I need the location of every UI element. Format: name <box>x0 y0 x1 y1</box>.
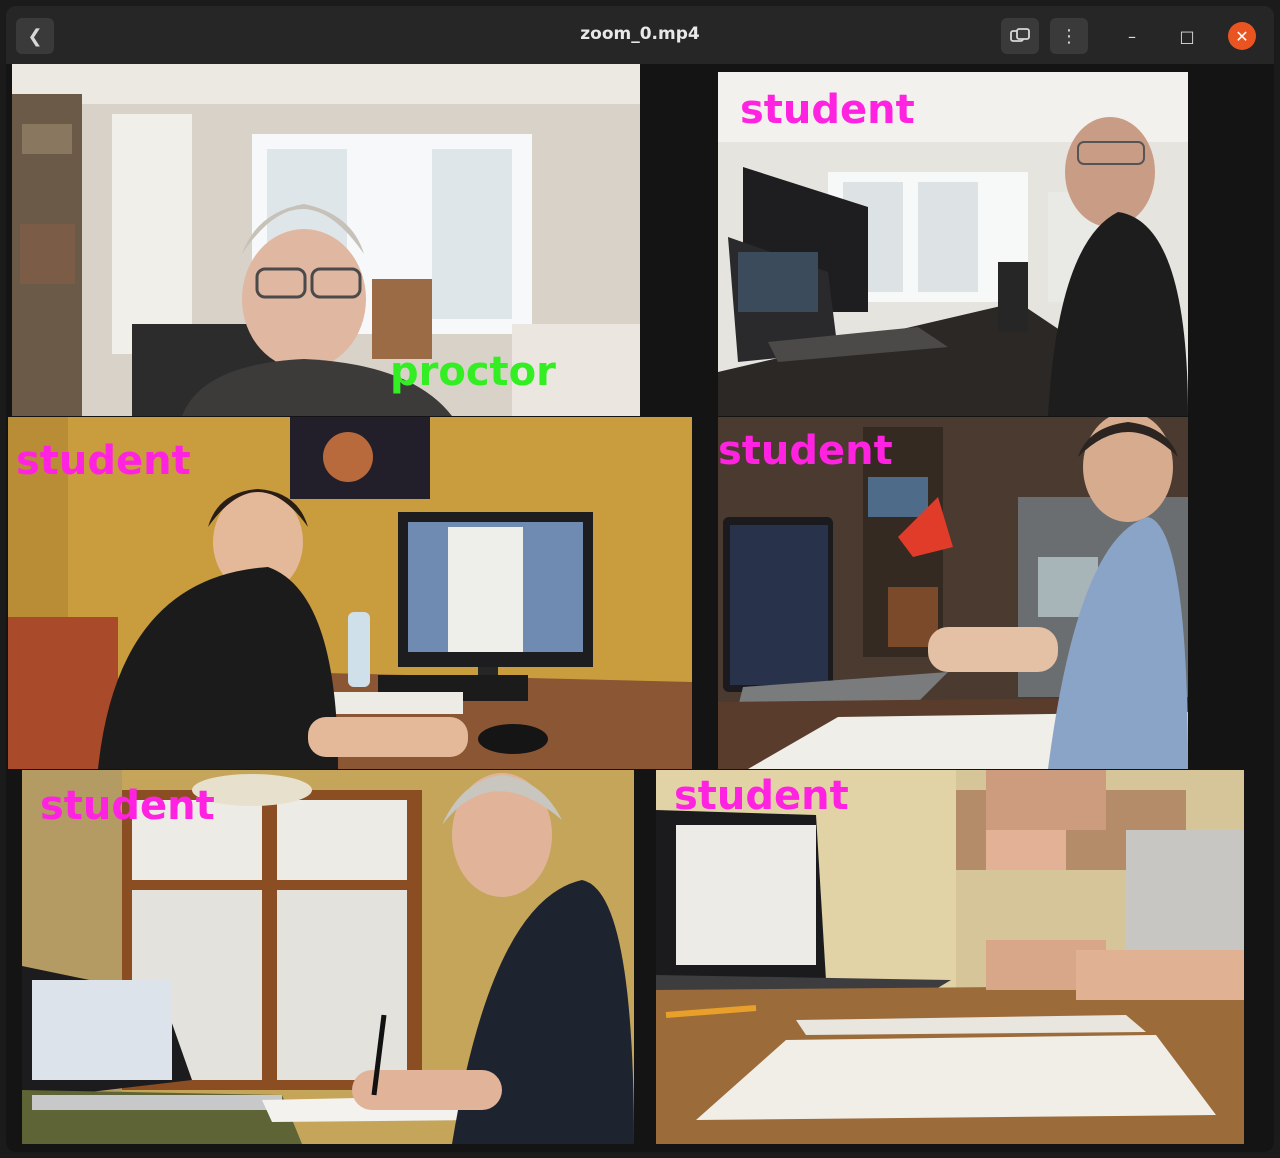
tile-label-student-2: student <box>16 438 191 484</box>
title-bar: ❮ zoom_0.mp4 ⋮ – □ ✕ <box>6 6 1274 64</box>
tile-label-student-3: student <box>718 428 893 474</box>
display-mode-button[interactable] <box>1001 18 1039 54</box>
close-icon: ✕ <box>1235 26 1249 46</box>
tile-label-student-5: student <box>674 773 849 819</box>
minimize-button[interactable]: – <box>1118 22 1146 50</box>
tile-label-student-1: student <box>740 87 915 133</box>
maximize-button[interactable]: □ <box>1173 22 1201 50</box>
minimize-icon: – <box>1128 26 1136 46</box>
maximize-icon: □ <box>1179 26 1195 46</box>
tile-label-student-4: student <box>40 783 215 829</box>
video-tile-student-5: student <box>656 770 1244 1144</box>
video-tile-student-3: student <box>718 417 1188 769</box>
close-button[interactable]: ✕ <box>1228 22 1256 50</box>
video-tile-student-1: student <box>718 72 1188 416</box>
video-tile-student-2: student <box>8 417 692 769</box>
vertical-ellipsis-icon: ⋮ <box>1060 25 1078 47</box>
picture-in-picture-icon <box>1010 28 1030 42</box>
video-tile-proctor: proctor <box>12 64 640 416</box>
video-tile-student-4: student <box>22 770 634 1144</box>
video-player-window: ❮ zoom_0.mp4 ⋮ – □ ✕ proctor student stu… <box>6 6 1274 1152</box>
tile-label-proctor: proctor <box>390 349 556 395</box>
video-frame: proctor student student student student … <box>6 64 1274 1152</box>
menu-button[interactable]: ⋮ <box>1050 18 1088 54</box>
student-5-webcam-scene <box>656 770 1244 1144</box>
